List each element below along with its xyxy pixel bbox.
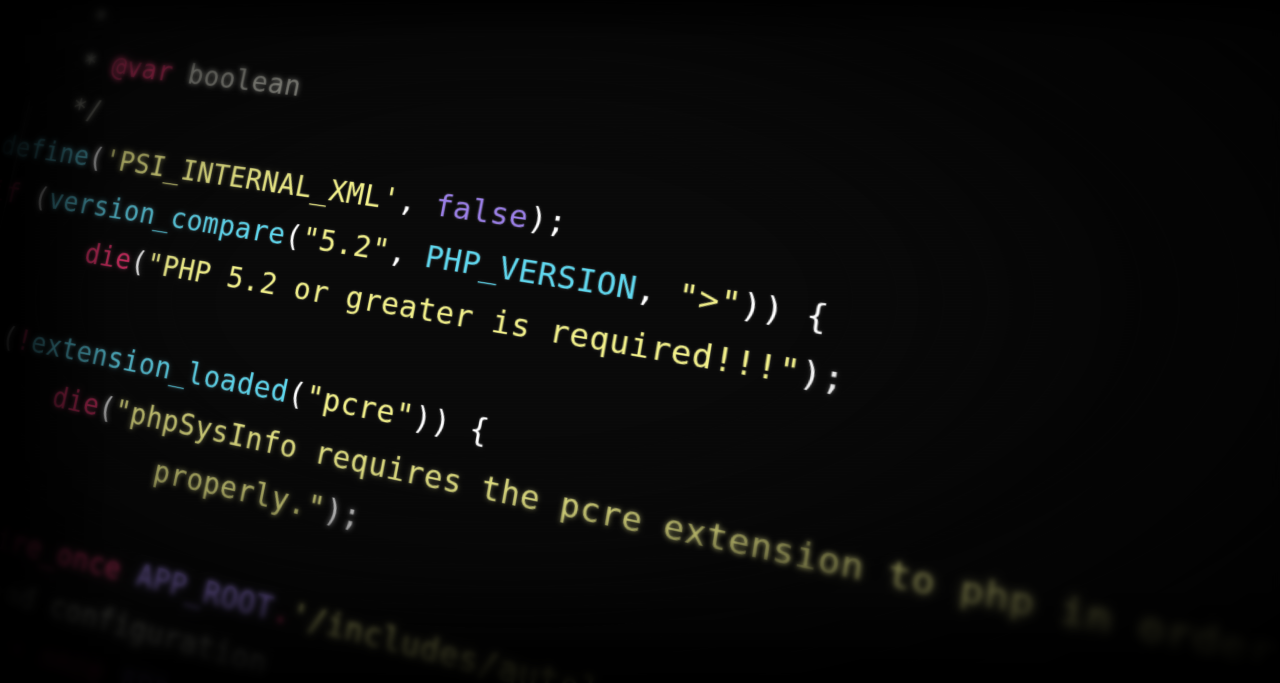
token-constant2: PHP_VERSION (421, 238, 641, 308)
token-punctuation: ); (320, 491, 365, 537)
token-punctuation: )) { (737, 285, 832, 339)
token-string: ">" (674, 276, 745, 325)
editor-screen-surface: * @exte * * @var boolean */define('PSI_I… (0, 0, 1280, 683)
token-function: define (0, 129, 93, 174)
token-string: '/includes/autoloader.inc.php' (287, 595, 923, 683)
token-operator: . (269, 590, 295, 634)
token-punctuation: ); (797, 352, 849, 401)
token-comment: * (64, 45, 116, 82)
token-comment-tag: @var (108, 50, 177, 89)
token-keyword: die (49, 379, 103, 424)
source-code-block[interactable]: * @exte * * @var boolean */define('PSI_I… (0, 0, 1280, 683)
token-string: "phpSysInfo requires the pcre extension … (111, 392, 1279, 680)
token-punctuation: , (633, 270, 682, 315)
token-punctuation: )) { (409, 398, 493, 452)
token-boolean: false (431, 187, 532, 237)
code-editor-photo: * @exte * * @var boolean */define('PSI_I… (0, 0, 1280, 683)
token-comment: */ (53, 90, 106, 128)
token-keyword: die (81, 236, 135, 278)
token-punctuation: ); (524, 200, 571, 242)
token-comment: * (74, 0, 111, 35)
token-comment-type: boolean (184, 58, 305, 104)
token-string: "5.2" (298, 220, 393, 269)
